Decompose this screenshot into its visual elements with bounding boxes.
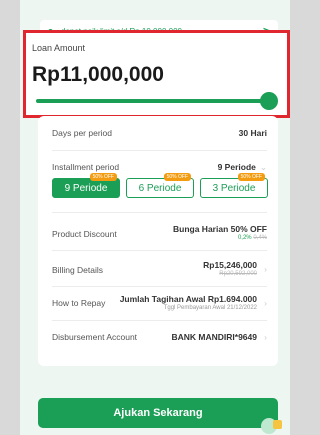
disbursement-account-value: BANK MANDIRI*9649 <box>171 332 258 342</box>
divider <box>52 250 267 251</box>
how-to-repay-label: How to Repay <box>52 298 106 308</box>
discount-badge: 50% OFF <box>89 173 117 181</box>
billing-details-old-value: Rp20,592,000 <box>219 271 257 277</box>
divider <box>52 150 267 151</box>
installment-period-value: 9 Periode ⌄ <box>217 162 267 172</box>
chevron-right-icon: › <box>264 298 267 308</box>
billing-details-label: Billing Details <box>52 265 104 275</box>
product-discount-value: Bunga Harian 50% OFF <box>173 224 267 234</box>
submit-button[interactable]: Ajukan Sekarang <box>38 398 278 428</box>
product-discount-rates: 0,2% 0,4% <box>237 235 267 241</box>
disbursement-account-label: Disbursement Account <box>52 332 138 342</box>
loan-amount-value: Rp11,000,000 <box>32 63 164 86</box>
days-per-period-label: Days per period <box>52 128 113 138</box>
divider <box>52 212 267 213</box>
period-option-label: 3 Periode <box>212 182 256 194</box>
product-discount-label: Product Discount <box>52 229 117 239</box>
installment-period-label: Installment period <box>52 162 120 172</box>
loan-details-card: Days per period 30 Hari Installment peri… <box>38 116 278 366</box>
period-option-label: 6 Periode <box>138 182 182 194</box>
loan-slider-thumb[interactable] <box>260 92 278 110</box>
loan-amount-label: Loan Amount <box>32 43 86 53</box>
days-per-period-value: 30 Hari <box>238 128 267 138</box>
billing-details-value: Rp15,246,000 <box>203 260 257 270</box>
divider <box>52 320 267 321</box>
loan-amount-section: Loan Amount Rp11,000,000 <box>23 30 290 118</box>
how-to-repay-value: Jumlah Tagihan Awal Rp1.694.000 <box>119 294 257 304</box>
period-option-9[interactable]: 50% OFF 9 Periode <box>52 173 120 198</box>
period-option-3[interactable]: 50% OFF 3 Periode <box>200 173 268 198</box>
discount-badge: 50% OFF <box>237 173 265 181</box>
period-option-6[interactable]: 50% OFF 6 Periode <box>126 173 194 198</box>
divider <box>52 286 267 287</box>
decoration-icon <box>261 418 282 434</box>
period-options: 50% OFF 9 Periode 50% OFF 6 Periode 50% … <box>52 173 268 198</box>
chevron-right-icon: › <box>264 332 267 342</box>
chevron-right-icon: › <box>264 264 267 274</box>
loan-slider-track[interactable] <box>36 99 268 103</box>
discount-badge: 50% OFF <box>163 173 191 181</box>
chevron-down-icon: ⌄ <box>259 162 267 172</box>
period-option-label: 9 Periode <box>64 182 108 194</box>
how-to-repay-sub: Tggl Pembayaran Awal 21/12/2022 <box>163 305 257 311</box>
